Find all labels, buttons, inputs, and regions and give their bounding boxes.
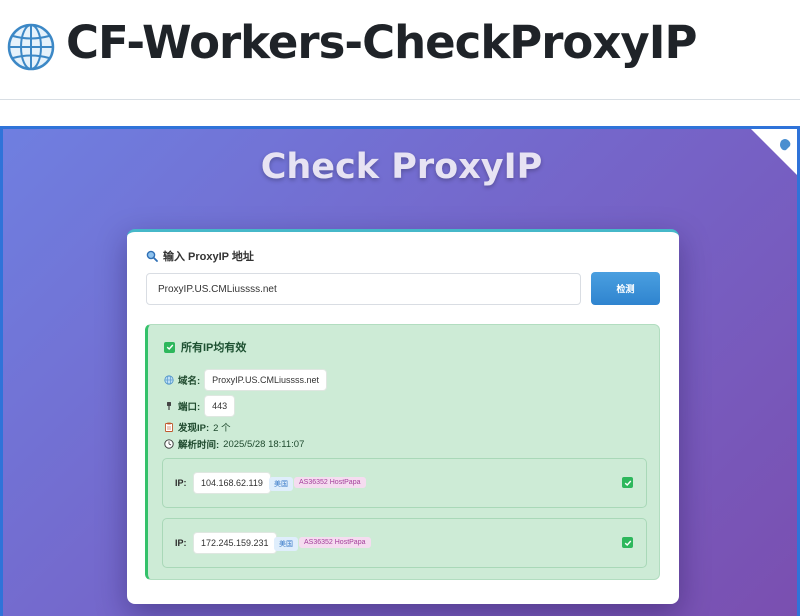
result-heading-text: 所有IP均有效 (181, 342, 247, 354)
valid-check-icon (622, 477, 633, 488)
plug-icon (167, 402, 171, 410)
ip-value: 104.168.62.119 (193, 472, 271, 494)
readme-header: CF-Workers-CheckProxyIP (0, 0, 800, 100)
checkmark-icon (164, 341, 175, 353)
globe-icon (7, 23, 55, 71)
app-preview-frame: Check ProxyIP 输入 ProxyIP 地址 检测 所有IP均有效 (0, 126, 800, 616)
ip-result-row: IP: 172.245.159.231 美国 AS36352 HostPapa (162, 518, 647, 568)
page-title: CF-Workers-CheckProxyIP (66, 16, 697, 69)
found-ip-value: 2 个 (213, 423, 231, 434)
domain-row: 域名: ProxyIP.US.CMLiussss.net (164, 369, 328, 391)
result-heading: 所有IP均有效 (164, 339, 246, 355)
port-row: 端口: 443 (164, 395, 236, 417)
search-icon (146, 250, 158, 262)
resolve-time-value: 2025/5/28 18:11:07 (223, 438, 305, 450)
ip-label: IP: (175, 538, 187, 548)
check-button[interactable]: 检测 (591, 272, 660, 305)
proxyip-input[interactable] (146, 273, 581, 305)
clock-icon (164, 439, 174, 449)
country-tag: 美国 (269, 477, 293, 491)
input-label: 输入 ProxyIP 地址 (146, 248, 254, 264)
result-panel: 所有IP均有效 域名: ProxyIP.US.CMLiussss.net 端口:… (145, 324, 660, 580)
ip-result-row: IP: 104.168.62.119 美国 AS36352 HostPapa (162, 458, 647, 508)
check-card: 输入 ProxyIP 地址 检测 所有IP均有效 域名: ProxyIP.US.… (127, 229, 679, 604)
country-tag: 美国 (274, 537, 298, 551)
found-ip-label: 发现IP: (178, 423, 210, 434)
ip-label: IP: (175, 478, 187, 488)
app-title: Check ProxyIP (260, 147, 543, 187)
ip-value: 172.245.159.231 (193, 532, 277, 554)
valid-check-icon (622, 537, 633, 548)
domain-label: 域名: (178, 376, 201, 387)
port-label: 端口: (178, 402, 201, 413)
clipboard-icon (165, 422, 173, 432)
asn-tag: AS36352 HostPapa (294, 477, 366, 488)
found-ip-row: 发现IP: 2 个 (164, 420, 231, 434)
resolve-time-label: 解析时间: (178, 440, 220, 451)
globe-icon (164, 375, 174, 385)
port-value: 443 (204, 395, 236, 417)
input-label-text: 输入 ProxyIP 地址 (163, 251, 254, 263)
resolve-time-row: 解析时间: 2025/5/28 18:11:07 (164, 437, 304, 451)
asn-tag: AS36352 HostPapa (299, 537, 371, 548)
domain-value: ProxyIP.US.CMLiussss.net (204, 369, 328, 391)
